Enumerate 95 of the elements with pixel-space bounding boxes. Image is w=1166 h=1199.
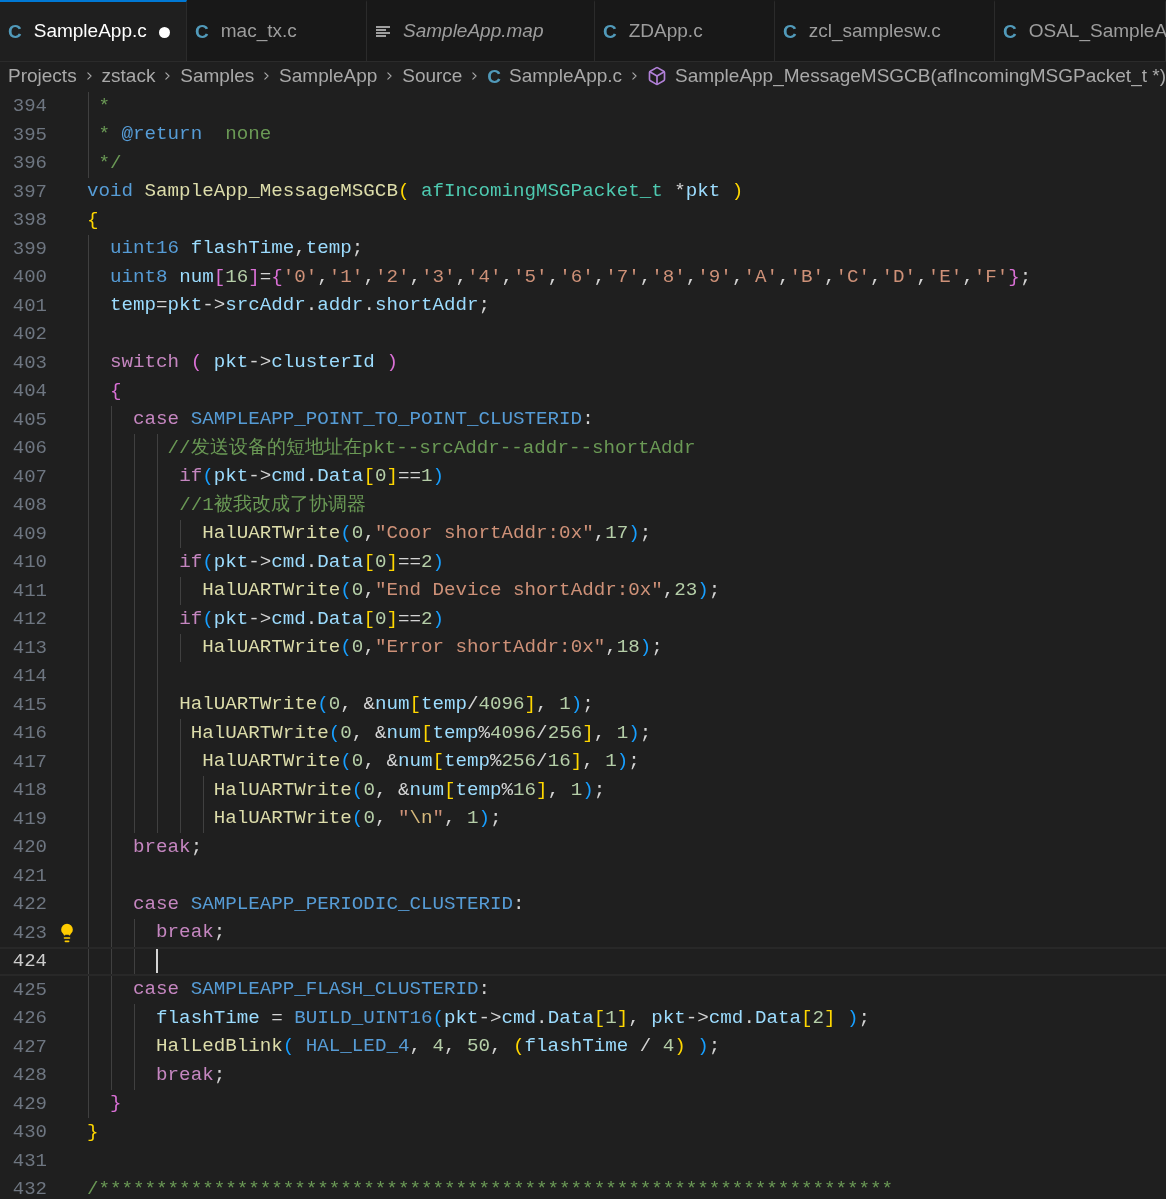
line-number: 398 bbox=[11, 208, 47, 233]
code-line: //1被我改成了协调器 bbox=[178, 492, 366, 518]
line-number: 420 bbox=[11, 835, 47, 860]
code-line: HalUARTWrite(0, "\n", 1); bbox=[212, 806, 502, 832]
c-file-icon: C bbox=[195, 22, 209, 41]
line-number: 397 bbox=[11, 179, 47, 205]
code-line: uint16 flashTime,temp; bbox=[109, 236, 364, 262]
line-number: 394 bbox=[11, 94, 47, 119]
breadcrumb-item[interactable]: zstack bbox=[101, 61, 156, 91]
line-number: 432 bbox=[11, 1177, 47, 1199]
code-line: * @return none bbox=[97, 122, 272, 148]
line-number: 425 bbox=[11, 977, 47, 1003]
line-number: 395 bbox=[11, 122, 47, 148]
c-file-icon: C bbox=[487, 66, 502, 86]
code-line: HalLedBlink( HAL_LED_4, 4, 50, (flashTime / 4) ); bbox=[155, 1034, 721, 1060]
tab-label: SampleApp.c bbox=[33, 19, 147, 44]
c-file-icon: C bbox=[8, 22, 22, 41]
line-number: 430 bbox=[11, 1120, 47, 1145]
line-number: 417 bbox=[11, 749, 47, 775]
line-number: 407 bbox=[11, 464, 47, 490]
code-line: } bbox=[109, 1091, 122, 1117]
code-line: HalUARTWrite(0,"Coor shortAddr:0x",17); bbox=[201, 521, 652, 547]
line-number: 399 bbox=[11, 236, 47, 262]
code-line: * bbox=[97, 93, 111, 119]
c-file-icon: C bbox=[603, 22, 617, 41]
breadcrumb-item[interactable]: SampleApp bbox=[279, 61, 378, 91]
code-line: case SAMPLEAPP_PERIODIC_CLUSTERID: bbox=[132, 891, 525, 917]
code-line: case SAMPLEAPP_POINT_TO_POINT_CLUSTERID: bbox=[132, 407, 594, 433]
line-number: 403 bbox=[11, 350, 47, 376]
code-line: HalUARTWrite(0, &num[temp%16], 1); bbox=[212, 777, 606, 803]
code-line: HalUARTWrite(0, &num[temp%4096/256], 1); bbox=[189, 720, 652, 746]
code-line: HalUARTWrite(0,"End Device shortAddr:0x",23); bbox=[201, 578, 721, 604]
tab-label: mac_tx.c bbox=[220, 19, 297, 44]
c-file-icon: C bbox=[1003, 22, 1017, 41]
line-number: 426 bbox=[11, 1006, 47, 1031]
line-number: 428 bbox=[11, 1063, 47, 1088]
code-line: /********************************************************************* bbox=[87, 1176, 893, 1199]
line-number: 405 bbox=[11, 407, 47, 433]
line-number: 396 bbox=[11, 151, 47, 176]
code-line: HalUARTWrite(0, &num[temp%256/16], 1); bbox=[201, 749, 640, 775]
code-line: if(pkt->cmd.Data[0]==2) bbox=[178, 549, 444, 575]
code-line: { bbox=[109, 378, 122, 404]
line-number: 410 bbox=[11, 550, 47, 575]
line-number: 429 bbox=[11, 1091, 47, 1117]
line-number: 416 bbox=[11, 721, 47, 746]
line-number: 427 bbox=[11, 1034, 47, 1060]
text-cursor bbox=[156, 949, 159, 974]
line-number: 414 bbox=[11, 664, 47, 689]
line-number: 423 bbox=[11, 920, 47, 946]
code-line: void SampleApp_MessageMSGCB( afIncomingMSGPacket_t *pkt ) bbox=[87, 179, 744, 205]
line-number: 424 bbox=[11, 949, 47, 974]
code-line: uint8 num[16]={'0','1','2','3','4','5','6','7','8','9','A','B','C','D','E','F'}; bbox=[109, 264, 1032, 290]
code-line: HalUARTWrite(0,"Error shortAddr:0x",18); bbox=[201, 635, 663, 661]
breadcrumb-item[interactable]: Samples bbox=[180, 61, 255, 91]
code-line: { bbox=[87, 207, 99, 233]
line-number: 412 bbox=[11, 607, 47, 632]
code-line: break; bbox=[132, 834, 203, 860]
breadcrumb-item[interactable]: SampleApp.c bbox=[509, 61, 623, 91]
editor-tab[interactable]: C SampleApp.c bbox=[0, 0, 187, 61]
tab-label: zcl_samplesw.c bbox=[808, 19, 941, 44]
code-line: */ bbox=[97, 150, 122, 176]
code-line: flashTime = BUILD_UINT16(pkt->cmd.Data[1], pkt->cmd.Data[2] ); bbox=[155, 1005, 871, 1031]
line-number: 402 bbox=[11, 322, 47, 347]
line-number: 401 bbox=[11, 293, 47, 319]
code-line: case SAMPLEAPP_FLASH_CLUSTERID: bbox=[132, 977, 490, 1003]
method-icon bbox=[646, 66, 667, 86]
code-line: } bbox=[87, 1119, 99, 1145]
tab-label: SampleApp.map bbox=[403, 19, 544, 44]
line-number: 404 bbox=[11, 379, 47, 404]
line-number: 400 bbox=[11, 265, 47, 290]
code-line: if(pkt->cmd.Data[0]==2) bbox=[178, 606, 444, 632]
line-number: 431 bbox=[11, 1148, 47, 1174]
breadcrumb-item[interactable]: Projects bbox=[8, 61, 77, 91]
code-line: break; bbox=[155, 1062, 226, 1088]
code-line: break; bbox=[155, 920, 226, 946]
c-file-icon: C bbox=[783, 22, 797, 41]
line-number: 419 bbox=[11, 806, 47, 832]
line-number: 422 bbox=[11, 892, 47, 917]
code-line: switch ( pkt->clusterId ) bbox=[109, 350, 398, 376]
line-number: 411 bbox=[11, 578, 47, 604]
line-number: 406 bbox=[11, 436, 47, 461]
code-line: if(pkt->cmd.Data[0]==1) bbox=[178, 464, 444, 490]
code-line: temp=pkt->srcAddr.addr.shortAddr; bbox=[109, 293, 491, 319]
breadcrumb-item[interactable]: SampleApp_MessageMSGCB(afIncomingMSGPacket_t *) bbox=[674, 61, 1166, 91]
code-line: //发送设备的短地址在pkt--srcAddr--addr--shortAddr bbox=[166, 435, 696, 461]
text-file-icon bbox=[375, 24, 391, 39]
tab-label: ZDApp.c bbox=[628, 19, 703, 44]
line-number: 421 bbox=[11, 863, 47, 889]
line-number: 409 bbox=[11, 521, 47, 547]
line-number: 418 bbox=[11, 778, 47, 803]
line-number: 415 bbox=[11, 692, 47, 718]
breadcrumb-item[interactable]: Source bbox=[402, 61, 463, 91]
line-number: 413 bbox=[11, 635, 47, 661]
line-number: 408 bbox=[11, 493, 47, 518]
code-line: HalUARTWrite(0, &num[temp/4096], 1); bbox=[178, 692, 594, 718]
